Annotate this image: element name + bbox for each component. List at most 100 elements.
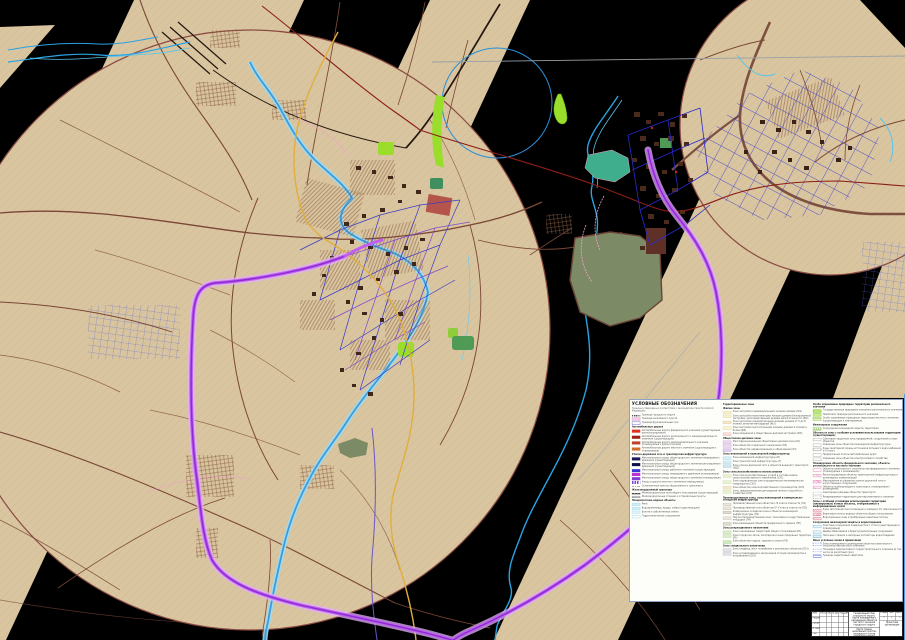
legend-item-label: Зона сельскохозяйственных угодий в соста…	[732, 474, 811, 479]
legend-row: Зона объектов отдыха, туризма и спорта (…	[723, 540, 812, 543]
legend-swatch-blueout	[632, 422, 640, 425]
legend-row: Особо охраняемые природные территории ме…	[813, 417, 902, 422]
legend-row: Зона улично-дорожной сети и объектов вне…	[723, 464, 812, 469]
legend-swatch-pagry	[723, 503, 731, 506]
legend-row: Объекты капитального строительства федер…	[813, 468, 902, 473]
legend-item-label: Автомобильные дороги местного значения (…	[642, 447, 721, 452]
legend-row: Зона складирования и захоронения отходов…	[723, 552, 812, 557]
legend-row: Научно-производственная зона, технопарки…	[723, 516, 812, 521]
legend-item-label: Зоны планируемого размещения объектов ка…	[823, 543, 902, 548]
legend-item-label: Магистральные улицы общегородского значе…	[642, 477, 721, 480]
legend-swatch-bdash2	[813, 543, 821, 546]
legend-swatch-rbox2	[813, 513, 821, 516]
legend-item-label: Производственная зона объектов IV–V клас…	[732, 507, 811, 510]
legend-swatch-wbox	[813, 454, 821, 457]
legend-row: Зона застройки малоэтажными жилыми домам…	[723, 415, 812, 420]
legend-item-label: Зона застройки индивидуальными жилыми до…	[732, 411, 811, 414]
legend-section-header: Производственные зоны, зоны инженерной и…	[723, 497, 812, 502]
legend-item-label: Зона складирования и захоронения отходов…	[732, 552, 811, 557]
legend-item-label: Многофункциональная общественно-деловая …	[732, 440, 811, 443]
legend-item-label: Сооружения инженерной защиты территории	[823, 427, 902, 430]
legend-item-label: Автомобильные дороги федерального значен…	[642, 430, 721, 435]
legend-item-label: Площадки перспективного градостроительно…	[823, 549, 902, 554]
legend-row: Санитарные разрывы объектов транспорта	[813, 492, 902, 495]
legend-swatch-pacy	[723, 461, 731, 464]
legend-item-label: Железнодорожные станции и остановочные п…	[642, 495, 721, 498]
legend-item-label: Береговые полосы водных объектов общего …	[823, 513, 902, 516]
legend-swatch-papnk	[723, 433, 731, 436]
legend-swatch-cyan	[632, 507, 640, 510]
legend-item-label: Придорожные полосы автомобильных дорог	[823, 454, 902, 457]
legend-item-label: Зона размещения объектов придорожного се…	[732, 522, 811, 525]
legend-item-label: Магистральные улицы общегородского значе…	[642, 463, 721, 468]
legend-item-label: Водоохранные зоны и прибрежные защитные …	[823, 517, 902, 520]
legend-swatch-pink	[632, 418, 640, 421]
legend-section-header: Особо охраняемые природные территории ре…	[813, 403, 902, 408]
legend-item-label: Магистральные улицы общегородского значе…	[642, 457, 721, 462]
legend-swatch-lav	[723, 445, 731, 448]
legend-item-label: Граница функциональных зон	[642, 421, 721, 424]
legend-row: Зона городских лесов, лесопарков и иных …	[723, 534, 812, 539]
legend-swatch-red1	[632, 430, 640, 433]
legend-swatch-pagr2b	[723, 540, 731, 543]
legend-title: УСЛОВНЫЕ ОБОЗНАЧЕНИЯ	[632, 402, 721, 406]
legend-row: Границы кадастровых кварталов	[813, 554, 902, 557]
legend-swatch-pacy2	[723, 465, 731, 468]
legend-swatch-rbox	[813, 509, 821, 512]
map-canvas: УСЛОВНЫЕ ОБОЗНАЧЕНИЯ Границы (утверждены…	[0, 0, 905, 640]
legend-swatch-violetd	[632, 481, 640, 484]
legend-column-3: Особо охраняемые природные территории ре…	[811, 400, 902, 601]
legend-swatch-cyan3	[632, 515, 640, 518]
legend-item-label: Остановочные пункты общественного трансп…	[642, 485, 721, 488]
legend-swatch-wdash2	[813, 496, 821, 499]
legend-swatch-payel	[723, 411, 731, 414]
legend-item-label: Особо охраняемые природные территории ме…	[823, 417, 902, 422]
legend-swatch-pagrn	[723, 480, 731, 483]
legend-row: Магистральные улицы районного значения (…	[632, 469, 721, 472]
legend-item-label: Магистральные улицы непрерывного движени…	[642, 473, 721, 476]
legend-swatch-grn2	[813, 413, 821, 416]
legend-item-label: Очистные сооружения поверхностного стока…	[823, 525, 902, 530]
legend-item-label: Зона объектов социального назначения (О2…	[732, 444, 811, 447]
legend-row: Площадки перспективного градостроительно…	[813, 549, 902, 554]
legend-swatch-bgrid	[813, 555, 821, 558]
legend-item-label: Зона озеленённых территорий общего польз…	[732, 530, 811, 533]
legend-swatch-cybox	[813, 525, 821, 528]
legend-swatch-wbox	[813, 444, 821, 447]
legend-item-label: Реконструируемые объекты транспортной ин…	[823, 474, 902, 479]
legend-swatch-pnk1	[813, 468, 821, 471]
legend-column-1: УСЛОВНЫЕ ОБОЗНАЧЕНИЯ Границы (утверждены…	[630, 400, 721, 601]
legend-row: Водохранилища, пруды, озёра (существующи…	[632, 507, 721, 510]
legend-swatch-pagr2	[723, 535, 731, 538]
legend-item-label: Границы кадастровых кварталов	[823, 554, 902, 557]
legend-swatch-rail	[632, 493, 640, 494]
legend-item-label: Зона объектов сельскохозяйственного прои…	[732, 486, 811, 489]
legend-row: Магистральные улицы общегородского значе…	[632, 477, 721, 480]
legend-item-label: Магистральные улицы районного значения (…	[642, 469, 721, 472]
legend-swatch-red3	[632, 441, 640, 444]
legend-swatch-dots	[632, 486, 640, 487]
legend-row: Зоны планируемого размещения объектов ка…	[813, 543, 902, 548]
legend-item-label: Зоны санитарной охраны источников питьев…	[823, 448, 902, 453]
legend-item-label: Зона застройки многоэтажными жилыми дома…	[732, 427, 811, 432]
legend-item-label: Зона садоводческих или огороднических не…	[732, 480, 811, 485]
legend-swatch-pagr2	[723, 531, 731, 534]
legend-row: Зона, предназначенная для ведения личног…	[723, 490, 812, 495]
legend-item-label: Зона застройки среднеэтажными жилыми дом…	[732, 421, 811, 426]
legend-swatch-payel	[723, 427, 731, 430]
legend-swatch-rbox	[813, 517, 821, 520]
legend-swatch-wbox	[813, 438, 821, 441]
legend-item-label: Государственные природные заказники реги…	[823, 409, 902, 412]
legend-item-label: Реки	[642, 503, 721, 506]
legend-section-header: Объекты и зоны с особыми условиями испол…	[813, 432, 902, 437]
legend-swatch-pacy	[723, 457, 731, 460]
legend-swatch-lav2	[723, 449, 731, 452]
title-block: Изм.Кол.уч.Лист№ док.Подп.ДатаРазраб.Про…	[811, 611, 903, 637]
legend-row: Магистральные улицы общегородского значе…	[632, 463, 721, 468]
legend-item-label: Санитарные разрывы объектов транспорта	[823, 492, 902, 495]
legend-row: Гидротехнические сооружения	[632, 515, 721, 518]
legend-item-label: Зона инженерной инфраструктуры (И)	[732, 457, 811, 460]
legend-swatch-pagry2	[723, 511, 731, 514]
stamp-project-title: Генеральный план городского округа. Карт…	[849, 612, 880, 637]
legend-panel: УСЛОВНЫЕ ОБОЗНАЧЕНИЯ Границы (утверждены…	[629, 399, 903, 602]
